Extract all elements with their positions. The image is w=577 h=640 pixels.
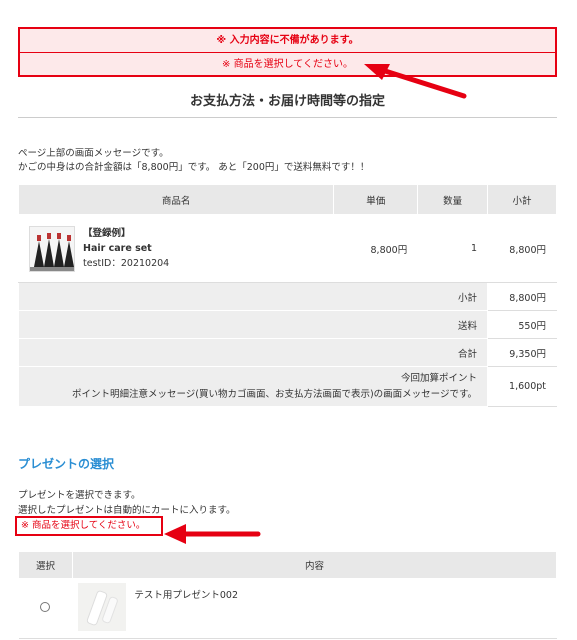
points-label: 今回加算ポイント	[401, 372, 478, 384]
quantity: 1	[417, 214, 489, 283]
error-message-box: ※ 入力内容に不備があります。 ※ 商品を選択してください。	[18, 27, 557, 77]
present-table: 選択 内容 テスト用プレゼント002	[18, 551, 558, 639]
summary-row-total: 合計 9,350円	[17, 338, 557, 367]
summary-label: 送料	[17, 310, 489, 339]
present-radio[interactable]	[40, 602, 51, 612]
product-test-id: testID：20210204	[83, 258, 170, 269]
table-row: テスト用プレゼント002	[18, 578, 557, 639]
table-row: 【登録例】 Hair care set testID：20210204 8,80…	[17, 214, 557, 283]
present-description-2: 選択したプレゼントは自動的にカートに入ります。	[18, 505, 236, 516]
col-header-product: 商品名	[17, 184, 335, 215]
page-message-line2: かごの中身はの合計金額は「8,800円」です。 あと「200円」で送料無料です！…	[18, 162, 370, 173]
summary-row-subtotal: 小計 8,800円	[17, 282, 557, 311]
error-message-main: ※ 入力内容に不備があります。	[20, 29, 555, 53]
summary-value: 9,350円	[487, 338, 557, 367]
product-name[interactable]: Hair care set	[83, 241, 169, 256]
title-divider	[18, 117, 557, 118]
unit-price: 8,800円	[333, 214, 419, 283]
points-note: ポイント明細注意メッセージ(買い物カゴ画面、お支払方法画面で表示)の画面メッセー…	[71, 388, 478, 400]
present-section-title: プレゼントの選択	[18, 457, 115, 471]
present-thumbnail	[78, 583, 127, 631]
col-header-content: 内容	[71, 551, 558, 579]
present-item-name: テスト用プレゼント002	[134, 590, 239, 601]
page-title: お支払方法・お届け時間等の指定	[189, 94, 385, 109]
points-value: 1,600pt	[487, 366, 557, 407]
summary-label: 小計	[17, 282, 489, 311]
present-description-1: プレゼントを選択できます。	[18, 490, 141, 501]
summary-row-points: 今回加算ポイント ポイント明細注意メッセージ(買い物カゴ画面、お支払方法画面で表…	[17, 366, 557, 407]
summary-row-shipping: 送料 550円	[17, 310, 557, 339]
page-message-line1: ページ上部の画面メッセージです。	[18, 148, 169, 159]
col-header-quantity: 数量	[417, 184, 489, 215]
error-message-detail: ※ 商品を選択してください。	[222, 59, 353, 70]
col-header-subtotal: 小計	[487, 184, 557, 215]
summary-value: 550円	[487, 310, 557, 339]
summary-value: 8,800円	[487, 282, 557, 311]
annotation-arrow-bottom	[164, 524, 261, 544]
cart-table: 商品名 単価 数量 小計 【登録例】 Hair care set testID：…	[17, 184, 557, 407]
product-label: 【登録例】	[83, 228, 131, 239]
product-thumbnail[interactable]	[29, 225, 75, 272]
col-header-unit-price: 単価	[333, 184, 419, 215]
col-header-select: 選択	[18, 551, 73, 579]
item-subtotal: 8,800円	[487, 214, 557, 283]
summary-label: 合計	[17, 338, 489, 367]
present-error-message: ※ 商品を選択してください。	[15, 516, 163, 536]
